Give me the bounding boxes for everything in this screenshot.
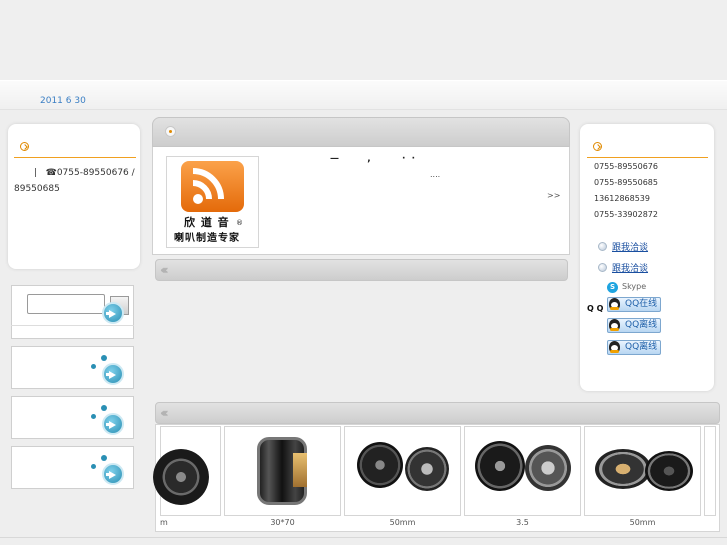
- nav-dot-icon: [91, 414, 96, 419]
- product-label: 50mm: [629, 518, 656, 527]
- product-card[interactable]: [344, 426, 461, 516]
- about-panel-header: [152, 117, 570, 147]
- footer-divider: [0, 537, 727, 538]
- qq-penguin-icon: [609, 341, 620, 353]
- product-card[interactable]: [153, 426, 221, 516]
- speaker-image: [357, 442, 403, 488]
- qq-penguin-icon: [609, 298, 620, 310]
- product-card[interactable]: [704, 426, 716, 516]
- nav-dot-icon: [101, 355, 107, 361]
- speaker-image: [525, 445, 571, 491]
- news-panel-body: [155, 282, 568, 394]
- current-date: 2011 6 30: [40, 96, 86, 106]
- nav-dot-icon: [91, 464, 96, 469]
- speaker-image: [293, 453, 307, 487]
- speaker-image: [645, 451, 693, 491]
- speaker-image: [475, 441, 525, 491]
- nav-dot-icon: [91, 364, 96, 369]
- more-link[interactable]: >>: [547, 191, 560, 200]
- product-label: 3.5: [516, 518, 529, 527]
- product-card[interactable]: [584, 426, 701, 516]
- speaker-image: [153, 449, 209, 505]
- intro-text: — , · ·: [330, 154, 416, 164]
- news-panel-header: [155, 259, 568, 281]
- speaker-image: [405, 447, 449, 491]
- speaker-image: [595, 449, 651, 489]
- search-divider: [11, 325, 134, 326]
- phone-4: 0755-33902872: [594, 210, 658, 219]
- intro-text-2: ....: [430, 170, 441, 179]
- chat-icon: [598, 242, 607, 251]
- nav-arrow-button-3[interactable]: [102, 463, 124, 485]
- date-bar: [0, 80, 727, 110]
- chevrons-icon: ‹‹‹‹‹: [160, 263, 169, 277]
- card-divider: [14, 157, 136, 158]
- chat-link-1[interactable]: 跟我洽谈: [612, 240, 648, 253]
- nav-dot-icon: [101, 455, 107, 461]
- product-card[interactable]: [464, 426, 581, 516]
- arrow-circle-icon: [20, 142, 29, 151]
- nav-dot-icon: [101, 405, 107, 411]
- chevrons-icon: ‹‹‹‹‹: [160, 406, 169, 420]
- product-label: 30*70: [270, 518, 295, 527]
- chat-icon: [598, 263, 607, 272]
- logo-registered-mark: ®: [236, 219, 243, 227]
- top-banner: [0, 0, 727, 80]
- products-header: [155, 402, 720, 424]
- skype-icon: S: [607, 282, 618, 293]
- chat-link-2[interactable]: 跟我洽谈: [612, 261, 648, 274]
- skype-label[interactable]: Skype: [622, 282, 646, 291]
- product-label: m: [160, 518, 168, 527]
- nav-arrow-button-2[interactable]: [102, 413, 124, 435]
- contact-phone-line-2: 89550685: [14, 184, 60, 194]
- product-card[interactable]: [224, 426, 341, 516]
- header-bullet-dot: [169, 130, 172, 133]
- product-label: 50mm: [389, 518, 416, 527]
- logo-slogan-text: 喇叭制造专家: [174, 233, 240, 244]
- rss-icon: [181, 161, 244, 212]
- qq-penguin-icon: [609, 319, 620, 331]
- qq-label: Q Q: [587, 304, 604, 313]
- search-go-button[interactable]: [102, 302, 124, 324]
- arrow-circle-icon: [593, 142, 602, 151]
- search-input[interactable]: [27, 294, 105, 314]
- nav-arrow-button-1[interactable]: [102, 363, 124, 385]
- logo-brand-text: 欣 道 音: [184, 216, 230, 229]
